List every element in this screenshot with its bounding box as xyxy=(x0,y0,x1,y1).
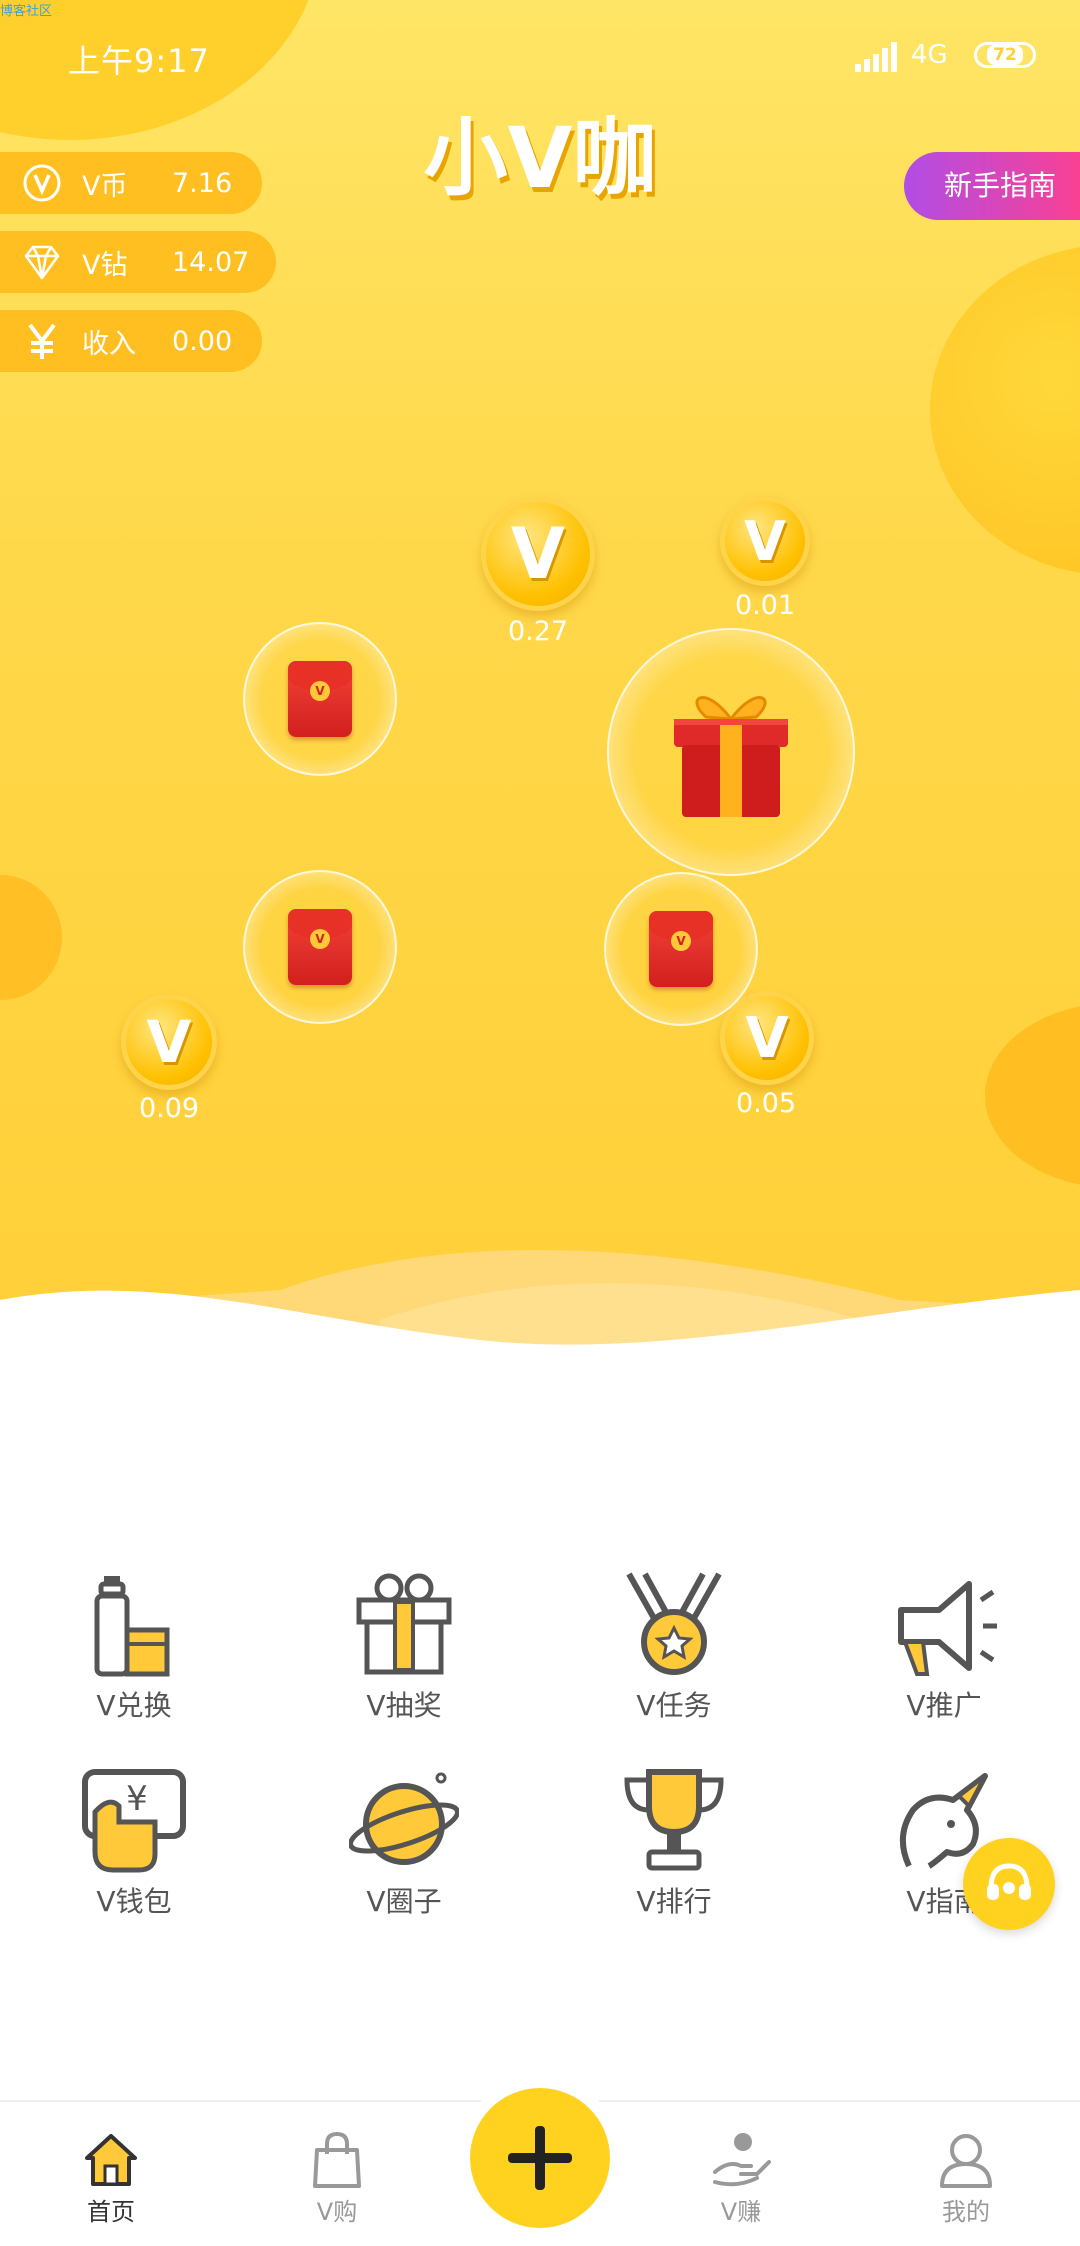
add-button[interactable] xyxy=(470,2088,610,2228)
feature-lottery[interactable]: V抽奖 xyxy=(304,1570,504,1724)
coin-value: 7.16 xyxy=(172,167,233,199)
income-balance[interactable]: 收入 0.00 xyxy=(0,310,262,372)
trophy-icon xyxy=(624,1769,724,1871)
network-type: 4G xyxy=(911,40,948,70)
watermark: 博客社区 xyxy=(0,4,53,19)
collect-coin-2[interactable]: V xyxy=(121,994,217,1090)
tab-home[interactable]: 首页 xyxy=(46,2130,176,2227)
app-logo: 小V咖 xyxy=(423,109,657,207)
gift-bubble[interactable] xyxy=(607,628,855,876)
red-envelope-icon: V xyxy=(288,661,352,737)
feature-exchange[interactable]: V兑换 xyxy=(34,1570,234,1724)
signal-icon xyxy=(855,42,897,72)
income-label: 收入 xyxy=(82,328,136,360)
feature-ranking[interactable]: V排行 xyxy=(574,1766,774,1920)
yuan-icon xyxy=(22,321,62,361)
diamond-balance[interactable]: V钻 14.07 xyxy=(0,231,276,293)
diamond-value: 14.07 xyxy=(172,246,250,278)
medal-task-icon xyxy=(626,1572,722,1675)
feature-label: V抽奖 xyxy=(366,1689,442,1722)
coin-glyph: V xyxy=(510,513,566,595)
tab-profile[interactable]: 我的 xyxy=(901,2130,1031,2227)
battery-icon: 72 xyxy=(974,42,1036,68)
collect-coin-3[interactable]: V xyxy=(720,991,814,1085)
planet-icon xyxy=(349,1772,459,1865)
tab-label: V购 xyxy=(316,2198,358,2226)
gift-box-icon xyxy=(674,696,788,817)
svg-text:¥: ¥ xyxy=(126,1779,148,1819)
collect-coin-0[interactable]: V xyxy=(481,497,595,611)
earn-hand-icon xyxy=(713,2133,771,2187)
battery-level: 72 xyxy=(987,45,1023,65)
diamond-icon xyxy=(22,242,62,282)
megaphone-icon xyxy=(898,1581,997,1676)
status-bar: 上午9:17 4G 72 xyxy=(0,30,1080,86)
coin-value-2: 0.09 xyxy=(138,1093,200,1124)
red-envelope-bubble[interactable]: V xyxy=(243,870,397,1024)
coin-glyph: V xyxy=(146,1008,192,1076)
hero-panel: 博客社区 上午9:17 4G 72 小V咖 V币 7.16 V钻 14.07 收… xyxy=(0,0,1080,1380)
feature-label: V任务 xyxy=(636,1689,712,1722)
feature-label: V兑换 xyxy=(96,1689,172,1722)
customer-service-button[interactable] xyxy=(963,1838,1055,1930)
v-coin-icon xyxy=(22,163,62,203)
feature-label: V排行 xyxy=(636,1885,712,1918)
wave-divider xyxy=(0,1250,1080,1380)
red-envelope-bubble[interactable]: V xyxy=(604,872,758,1026)
tab-label: 首页 xyxy=(87,2198,135,2226)
feature-label: V圈子 xyxy=(366,1885,442,1918)
feature-promote[interactable]: V推广 xyxy=(844,1570,1044,1724)
red-envelope-icon: V xyxy=(649,911,713,987)
beginner-guide-button[interactable]: 新手指南 xyxy=(904,152,1080,220)
gift-lottery-icon xyxy=(356,1573,452,1675)
feature-task[interactable]: V任务 xyxy=(574,1570,774,1724)
red-envelope-icon: V xyxy=(288,909,352,985)
feature-circle[interactable]: V圈子 xyxy=(304,1766,504,1920)
headset-icon xyxy=(987,1863,1031,1900)
profile-icon xyxy=(940,2134,992,2188)
diamond-label: V钻 xyxy=(82,249,128,281)
decor-circle xyxy=(930,245,1080,575)
exchange-icon xyxy=(94,1576,170,1677)
collect-coin-1[interactable]: V xyxy=(720,496,810,586)
shopping-bag-icon xyxy=(313,2131,361,2188)
status-time: 上午9:17 xyxy=(68,42,210,80)
tab-shop[interactable]: V购 xyxy=(272,2130,402,2227)
home-icon xyxy=(85,2134,137,2186)
red-envelope-bubble[interactable]: V xyxy=(243,622,397,776)
coin-glyph: V xyxy=(744,509,786,573)
coin-balance[interactable]: V币 7.16 xyxy=(0,152,262,214)
feature-wallet[interactable]: ¥ V钱包 xyxy=(34,1766,234,1920)
coin-glyph: V xyxy=(745,1005,789,1071)
plus-icon xyxy=(508,2126,572,2190)
coin-value-3: 0.05 xyxy=(735,1088,797,1119)
decor-circle xyxy=(985,1003,1080,1188)
tab-label: V赚 xyxy=(720,2198,762,2226)
income-value: 0.00 xyxy=(172,325,233,357)
wallet-icon: ¥ xyxy=(82,1769,186,1873)
coin-value-0: 0.27 xyxy=(507,616,569,647)
decor-circle xyxy=(0,875,62,1000)
tab-label: 我的 xyxy=(942,2198,990,2226)
tab-earn[interactable]: V赚 xyxy=(676,2130,806,2227)
coin-value-1: 0.01 xyxy=(734,590,796,621)
feature-label: V推广 xyxy=(906,1689,982,1722)
coin-label: V币 xyxy=(82,170,128,202)
feature-label: V钱包 xyxy=(96,1885,172,1918)
